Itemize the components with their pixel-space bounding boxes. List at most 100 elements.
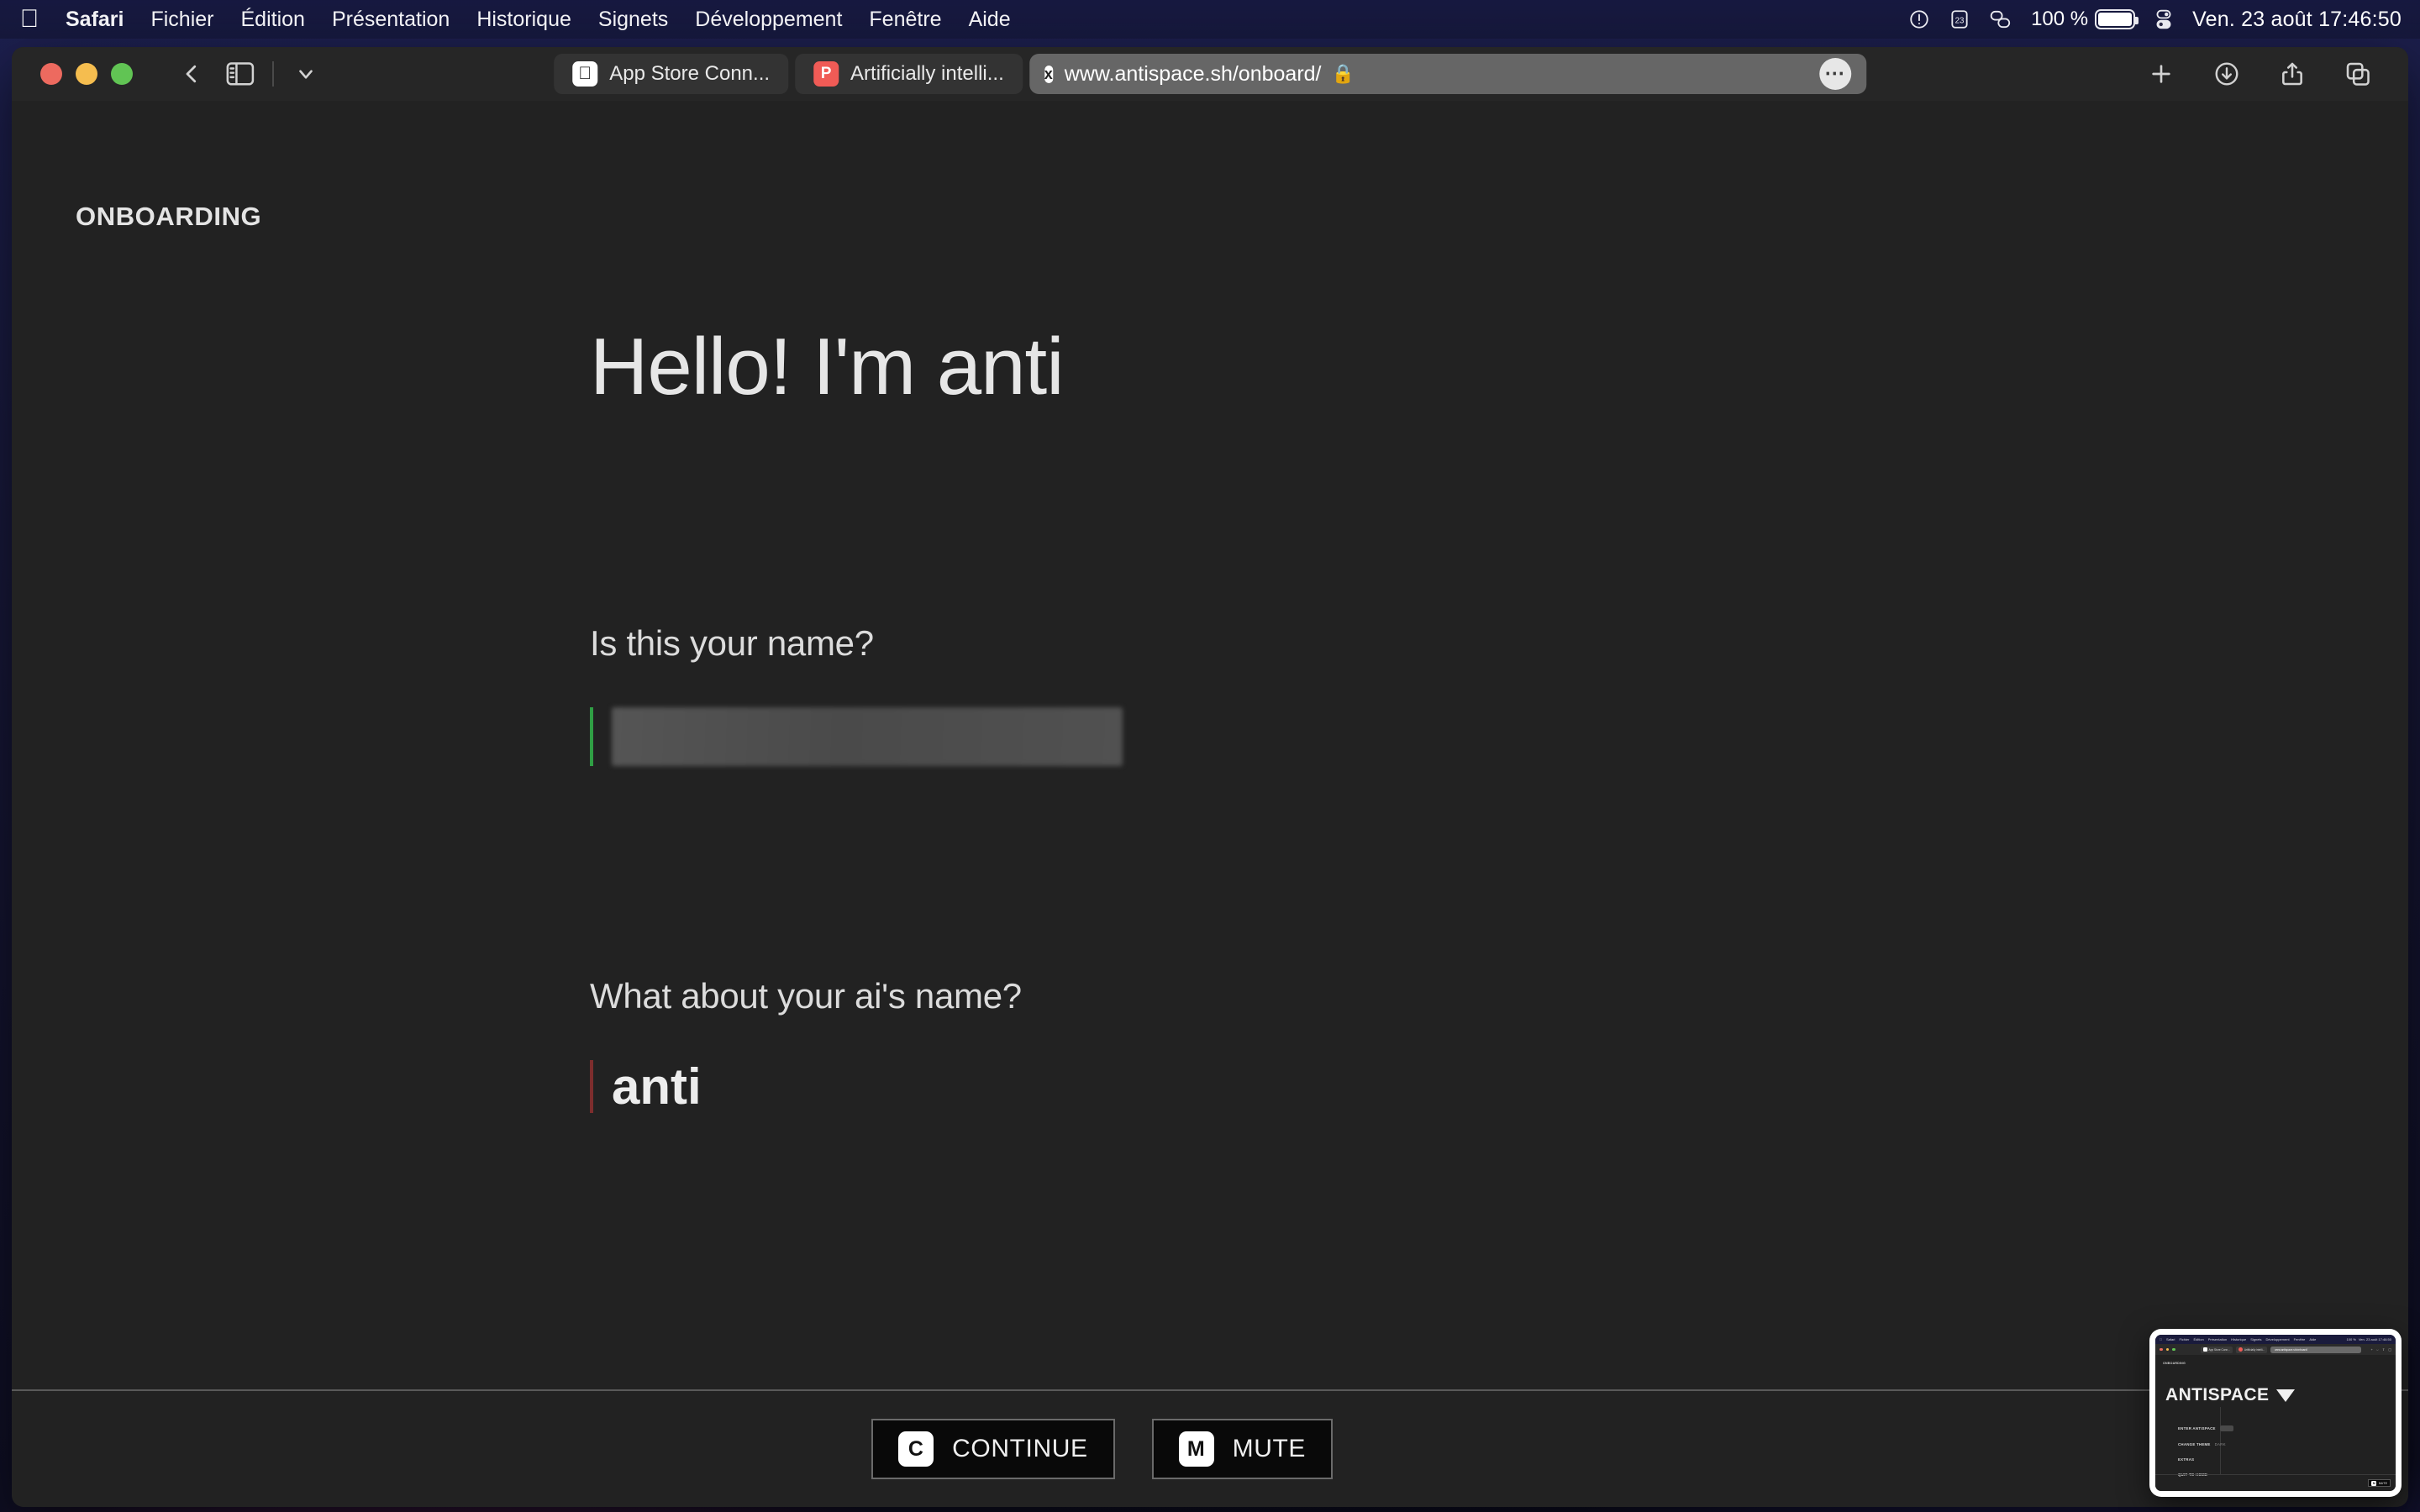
macos-menu-bar:  Safari Fichier Édition Présentation Hi… bbox=[0, 0, 2420, 39]
svg-text:23: 23 bbox=[1955, 16, 1965, 25]
key-badge-c: C bbox=[898, 1431, 934, 1467]
sidebar-toggle-icon[interactable] bbox=[218, 56, 262, 92]
calendar-icon[interactable]: 23 bbox=[1949, 8, 1970, 30]
toolbar-right-actions bbox=[2139, 56, 2388, 92]
pip-key-badge-m: M bbox=[2371, 1480, 2377, 1486]
menu-item-presentation[interactable]: Présentation bbox=[318, 8, 463, 32]
menu-bar-items:  Safari Fichier Édition Présentation Hi… bbox=[15, 3, 1024, 35]
caret-down-icon bbox=[2276, 1389, 2296, 1402]
continue-button-label: CONTINUE bbox=[952, 1435, 1088, 1462]
downloads-button[interactable] bbox=[2205, 56, 2249, 92]
pip-brand-title: ONBOARDING bbox=[2163, 1362, 2186, 1365]
tab-title: App Store Conn... bbox=[609, 62, 771, 85]
ai-name-value[interactable]: anti bbox=[612, 1060, 1022, 1113]
pip-menu-item: Édition bbox=[2191, 1337, 2203, 1341]
pip-page-heading: ANTISPACE bbox=[2165, 1385, 2296, 1405]
minimize-window-button[interactable] bbox=[76, 63, 97, 85]
lock-icon: 🔒 bbox=[1331, 63, 1355, 84]
apple-menu-icon[interactable]:  bbox=[15, 3, 44, 35]
toolbar-divider bbox=[272, 61, 274, 87]
page-bottom-action-bar: C CONTINUE M MUTE bbox=[12, 1389, 2408, 1507]
pip-tab: Artificially intelli... bbox=[2235, 1346, 2268, 1353]
pip-tab-title: App Store Conn... bbox=[2208, 1347, 2230, 1352]
answer-field-your-name[interactable] bbox=[590, 707, 1123, 766]
pip-download-icon: ⌵ bbox=[2375, 1347, 2379, 1352]
url-text-group: www.antispace.sh/onboard/ 🔒 bbox=[1065, 62, 1355, 87]
tab-artificially-intelligent[interactable]: P Artificially intelli... bbox=[795, 54, 1023, 94]
question-label: What about your ai's name? bbox=[590, 976, 1022, 1016]
menu-item-fichier[interactable]: Fichier bbox=[137, 8, 227, 32]
pip-clock: Ven. 23 août 17:46:50 bbox=[2358, 1337, 2391, 1341]
pip-toolbar: App Store Conn... Artificially intelli..… bbox=[2155, 1344, 2396, 1355]
safari-toolbar:  App Store Conn... P Artificially intel… bbox=[12, 47, 2408, 101]
menu-item-edition[interactable]: Édition bbox=[228, 8, 318, 32]
tab-bar:  App Store Conn... P Artificially intel… bbox=[554, 54, 1866, 94]
pip-minimize-dot bbox=[2165, 1347, 2169, 1352]
pip-menu-item-extras: EXTRAS bbox=[2178, 1457, 2233, 1462]
pip-status-items: 100 % Ven. 23 août 17:46:50 bbox=[2347, 1337, 2392, 1341]
tab-overview-button[interactable] bbox=[2336, 56, 2380, 92]
picture-in-picture-preview[interactable]:  Safari Fichier Édition Présentation Hi… bbox=[2149, 1329, 2402, 1497]
menu-item-safari[interactable]: Safari bbox=[52, 8, 137, 32]
mute-button[interactable]: M MUTE bbox=[1151, 1419, 1333, 1479]
pip-screen:  Safari Fichier Édition Présentation Hi… bbox=[2155, 1335, 2396, 1491]
pip-close-dot bbox=[2160, 1347, 2163, 1352]
control-center-icon[interactable] bbox=[2154, 8, 2174, 30]
battery-status[interactable]: 100 % bbox=[2031, 8, 2139, 31]
pip-battery-label: 100 % bbox=[2346, 1337, 2356, 1341]
question-block-your-name: Is this your name? bbox=[590, 623, 1123, 766]
pip-menu-label: EXTRAS bbox=[2178, 1457, 2195, 1462]
answer-field-ai-name[interactable]: anti bbox=[590, 1060, 1022, 1113]
menu-item-aide[interactable]: Aide bbox=[955, 8, 1024, 32]
pip-heading-text: ANTISPACE bbox=[2165, 1385, 2270, 1404]
redacted-name-value[interactable] bbox=[612, 707, 1123, 766]
continue-button[interactable]: C CONTINUE bbox=[871, 1419, 1115, 1479]
menu-item-historique[interactable]: Historique bbox=[463, 8, 585, 32]
key-badge-m: M bbox=[1178, 1431, 1214, 1467]
pip-tab: App Store Conn... bbox=[2200, 1346, 2233, 1353]
pip-menu-item: Fichier bbox=[2176, 1337, 2189, 1341]
pip-bottom-bar: M MUTE bbox=[2155, 1474, 2396, 1491]
pip-url-text: www.antispace.sh/onboard/ bbox=[2275, 1347, 2308, 1352]
ellipsis-icon[interactable]: ⋯ bbox=[1818, 58, 1851, 90]
address-bar[interactable]: x www.antispace.sh/onboard/ 🔒 ⋯ bbox=[1028, 54, 1866, 94]
page-brand-title: ONBOARDING bbox=[76, 202, 262, 231]
pip-menu-chip bbox=[2219, 1425, 2233, 1431]
pip-menu-item: Safari bbox=[2164, 1337, 2175, 1341]
tab-app-store-connect[interactable]:  App Store Conn... bbox=[554, 54, 789, 94]
p-favicon-icon: P bbox=[813, 61, 839, 87]
pip-menu-item-change-theme: CHANGE THEME DARK bbox=[2178, 1442, 2233, 1446]
back-button[interactable] bbox=[170, 56, 213, 92]
pip-apple-icon:  bbox=[2160, 1337, 2162, 1341]
menu-bar-clock[interactable]: Ven. 23 août 17:46:50 bbox=[2192, 8, 2402, 32]
url-text: www.antispace.sh/onboard/ bbox=[1064, 61, 1322, 86]
pip-page-body: ONBOARDING ANTISPACE ENTER ANTISPACE CHA… bbox=[2155, 1355, 2396, 1491]
maximize-window-button[interactable] bbox=[111, 63, 133, 85]
pip-mute-button: M MUTE bbox=[2368, 1479, 2391, 1487]
pip-menu-bar:  Safari Fichier Édition Présentation Hi… bbox=[2155, 1335, 2396, 1344]
chevron-down-icon[interactable] bbox=[284, 56, 328, 92]
pip-menu-sublabel: DARK bbox=[2214, 1442, 2226, 1446]
menu-item-fenetre[interactable]: Fenêtre bbox=[855, 8, 955, 32]
window-traffic-lights bbox=[40, 63, 133, 85]
pip-tab-title: Artificially intelli... bbox=[2244, 1347, 2265, 1352]
web-page-content: ONBOARDING Hello! I'm anti Is this your … bbox=[12, 101, 2408, 1507]
pip-menu-item: Aide bbox=[2307, 1337, 2316, 1341]
pip-tabs-icon: ▢ bbox=[2388, 1347, 2391, 1352]
navigation-controls bbox=[170, 56, 328, 92]
new-tab-button[interactable] bbox=[2139, 56, 2183, 92]
menu-item-signets[interactable]: Signets bbox=[585, 8, 681, 32]
pip-menu-item: Présentation bbox=[2205, 1337, 2227, 1341]
pip-address-bar: www.antispace.sh/onboard/ bbox=[2270, 1346, 2362, 1353]
pip-menu-item: Développement bbox=[2263, 1337, 2290, 1341]
clock-alert-icon[interactable] bbox=[1908, 8, 1930, 30]
safari-window:  App Store Conn... P Artificially intel… bbox=[12, 47, 2408, 1507]
chain-link-icon[interactable] bbox=[1989, 8, 2012, 30]
share-button[interactable] bbox=[2270, 56, 2314, 92]
pip-mute-label: MUTE bbox=[2378, 1481, 2387, 1485]
pip-menu-label: CHANGE THEME bbox=[2178, 1442, 2211, 1446]
battery-icon bbox=[2095, 9, 2139, 29]
menu-item-developpement[interactable]: Développement bbox=[681, 8, 855, 32]
close-window-button[interactable] bbox=[40, 63, 62, 85]
pip-share-icon: ⇪ bbox=[2381, 1347, 2386, 1352]
